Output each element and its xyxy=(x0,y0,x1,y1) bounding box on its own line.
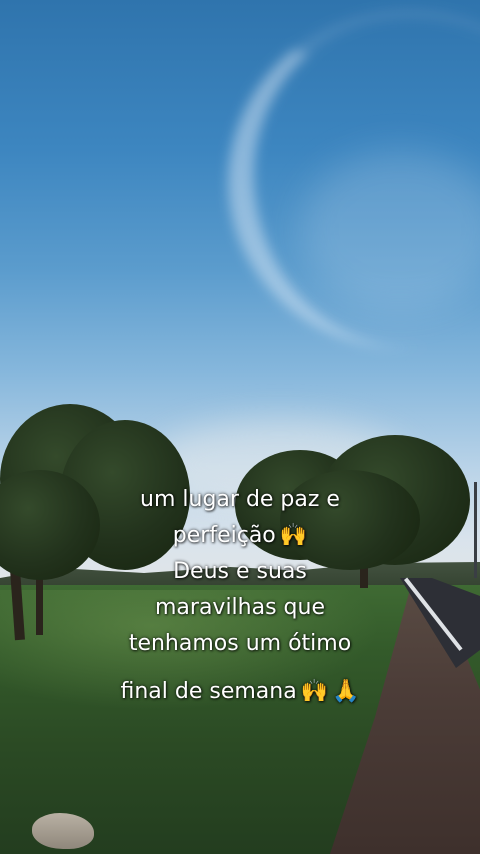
caption-line: um lugar de paz e xyxy=(140,487,340,512)
photo-scene: um lugar de paz e perfeição 🙌 Deus e suas… xyxy=(0,0,480,854)
caption-line: maravilhas que xyxy=(154,595,325,620)
caption-line: perfeição 🙌 xyxy=(0,522,480,550)
folded-hands-emoji-icon: 🙏 xyxy=(332,679,360,704)
caption-text: final de semana xyxy=(120,679,297,704)
caption-text: perfeição xyxy=(172,523,276,548)
caption-line: final de semana 🙌 🙏 xyxy=(0,678,480,706)
rock xyxy=(32,813,94,849)
caption-line: Deus e suas xyxy=(173,559,307,584)
caption-overlay: um lugar de paz e perfeição 🙌 Deus e suas… xyxy=(0,486,480,706)
caption-line: tenhamos um ótimo xyxy=(128,631,352,656)
raising-hands-emoji-icon: 🙌 xyxy=(300,679,329,704)
raising-hands-emoji-icon: 🙌 xyxy=(279,523,308,548)
